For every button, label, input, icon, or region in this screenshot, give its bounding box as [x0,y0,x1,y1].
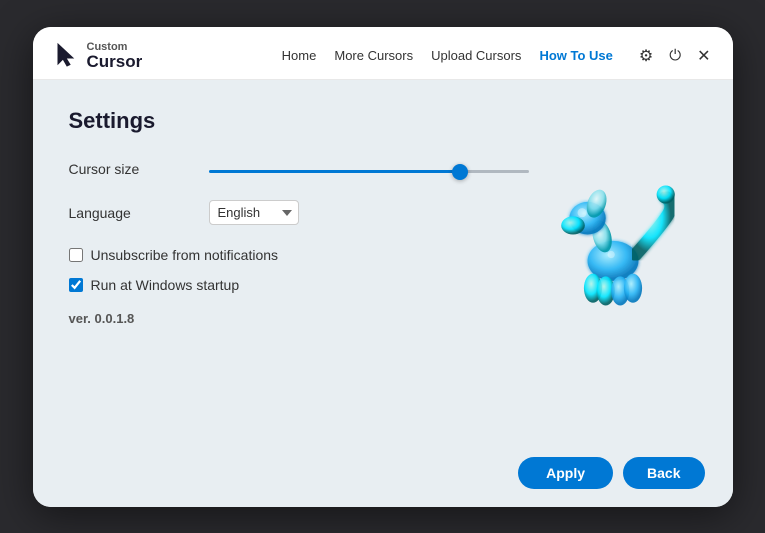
nav-more-cursors[interactable]: More Cursors [334,48,413,63]
unsubscribe-label[interactable]: Unsubscribe from notifications [91,247,279,263]
nav-icons: ⚙ ⏻ ✕ [637,44,713,68]
power-button[interactable]: ⏻ [667,45,683,66]
logo-icon [53,42,81,70]
startup-checkbox[interactable] [69,278,83,292]
nav-how-to-use[interactable]: How To Use [539,48,612,63]
unsubscribe-checkbox[interactable] [69,248,83,262]
startup-label[interactable]: Run at Windows startup [91,277,240,293]
cursor-size-row: Cursor size [69,160,697,178]
settings-title: Settings [69,108,697,134]
gear-icon: ⚙ [639,46,653,66]
title-bar: Custom Cursor Home More Cursors Upload C… [33,27,733,81]
back-button[interactable]: Back [623,457,704,489]
startup-row: Run at Windows startup [69,277,697,293]
main-content: Settings Cursor size Language English Es… [33,80,733,446]
cursor-size-label: Cursor size [69,161,209,177]
slider-container [209,160,529,178]
unsubscribe-row: Unsubscribe from notifications [69,247,697,263]
nav-home[interactable]: Home [282,48,317,63]
cursor-size-slider[interactable] [209,170,529,173]
power-icon: ⏻ [669,47,681,64]
gear-button[interactable]: ⚙ [637,44,655,68]
logo-area: Custom Cursor [53,41,143,72]
language-label: Language [69,205,209,221]
version-text: ver. 0.0.1.8 [69,311,697,326]
window-frame: Custom Cursor Home More Cursors Upload C… [33,27,733,507]
close-button[interactable]: ✕ [695,44,712,68]
bottom-bar: Apply Back [33,447,733,507]
nav-area: Home More Cursors Upload Cursors How To … [282,44,713,68]
language-row: Language English Español Français Deutsc… [69,200,697,225]
apply-button[interactable]: Apply [518,457,613,489]
language-select[interactable]: English Español Français Deutsch 中文 日本語 [209,200,299,225]
close-icon: ✕ [697,46,710,66]
logo-text: Custom Cursor [87,41,143,72]
nav-upload-cursors[interactable]: Upload Cursors [431,48,521,63]
